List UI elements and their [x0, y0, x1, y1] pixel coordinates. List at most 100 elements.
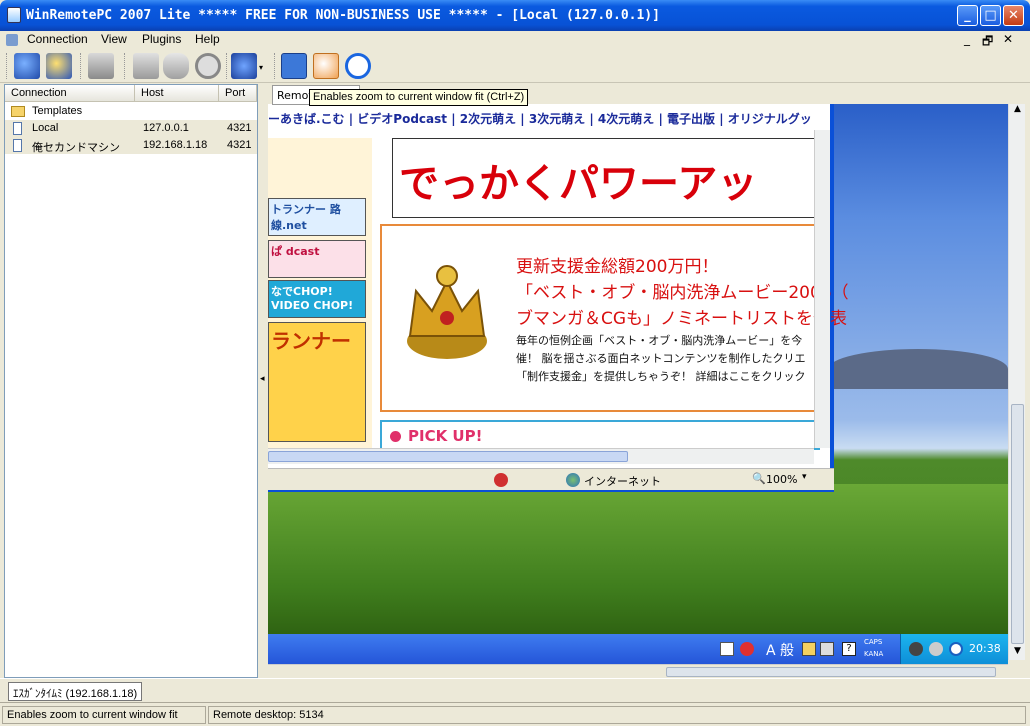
connection-list[interactable]: Connection Host Port Templates Local 127…: [4, 84, 258, 678]
remote-vertical-scrollbar[interactable]: ▲ ▼: [1008, 104, 1025, 660]
clock[interactable]: 20:38: [969, 642, 1001, 655]
scroll-down-icon[interactable]: ▼: [1011, 646, 1024, 660]
maximize-button[interactable]: □: [980, 5, 1001, 26]
tab-connection[interactable]: ｴｽｶﾞﾝﾀｲﾑﾐ (192.168.1.18): [8, 682, 143, 701]
app-icon: [7, 7, 21, 23]
ad-banner[interactable]: トランナー 路線.net: [268, 198, 366, 236]
connection-name: Local: [32, 122, 59, 134]
headline-banner[interactable]: でっかくパワーアッ: [392, 138, 822, 218]
menu-connection[interactable]: Connection: [27, 32, 88, 46]
window-title: WinRemotePC 2007 Lite ***** FREE FOR NON…: [26, 8, 660, 23]
scrollbar-thumb[interactable]: [666, 667, 996, 677]
scroll-up-icon[interactable]: ▲: [1011, 104, 1024, 118]
remote-desktop-view[interactable]: ーあきば.こむ | ビデオPodcast | 2次元萌え | 3次元萌え | 4…: [268, 104, 1008, 678]
browser-zoom[interactable]: 100%: [766, 473, 797, 486]
mouse-icon[interactable]: [313, 53, 339, 79]
mdi-icon: [6, 34, 18, 46]
menu-view[interactable]: View: [101, 32, 127, 46]
title-bar[interactable]: WinRemotePC 2007 Lite ***** FREE FOR NON…: [0, 0, 1030, 31]
list-item[interactable]: Templates: [5, 103, 257, 120]
connection-host: 192.168.1.18: [143, 139, 208, 151]
splitter-arrow-icon[interactable]: ◂: [260, 374, 265, 384]
list-item[interactable]: 俺セカンドマシン 192.168.1.18 4321: [5, 137, 257, 154]
dice-icon[interactable]: [231, 53, 257, 79]
ime-tray-icon[interactable]: [740, 642, 754, 656]
stop-icon[interactable]: [195, 53, 221, 79]
chevron-down-icon[interactable]: ▾: [802, 472, 807, 482]
news-box: 更新支援金総額200万円！ 「ベスト・オブ・脳内洗浄ムービー2006（ ブマンガ…: [380, 224, 849, 412]
ad-banner[interactable]: ぱ dcast: [268, 240, 366, 278]
connection-port: 4321: [227, 139, 252, 151]
toolbar: ▾: [0, 49, 1030, 83]
browser-horizontal-scrollbar[interactable]: [268, 448, 814, 464]
network-icon[interactable]: [929, 642, 943, 656]
news-title[interactable]: 「ベスト・オブ・脳内洗浄ムービー2006（: [516, 278, 849, 303]
status-message: Enables zoom to current window fit: [2, 706, 206, 724]
remote-horizontal-scrollbar[interactable]: [268, 664, 1008, 678]
keyboard-tray-icon[interactable]: [720, 642, 734, 656]
toolbar-separator: [274, 53, 276, 79]
connection-port: 4321: [227, 122, 252, 134]
tools-tray-icon[interactable]: [802, 642, 816, 656]
ime-mode[interactable]: A 般: [766, 640, 794, 660]
tools-tray-icon[interactable]: [820, 642, 834, 656]
news-body: 催！ 脳を揺さぶる面白ネットコンテンツを制作したクリエ: [516, 352, 806, 365]
toolbar-separator: [226, 53, 228, 79]
document-tab-bar: ｴｽｶﾞﾝﾀｲﾑﾐ (192.168.1.18): [0, 678, 1030, 702]
kana-indicator: KANA: [864, 650, 884, 658]
speaker-icon[interactable]: [909, 642, 923, 656]
news-body[interactable]: 「制作支援金」を提供しちゃうぞ！ 詳細はここをクリック: [516, 368, 806, 384]
connect-icon[interactable]: [14, 53, 40, 79]
menu-plugins[interactable]: Plugins: [142, 32, 181, 46]
pickup-box: PICK UP!: [380, 420, 820, 450]
browser-link-bar[interactable]: ーあきば.こむ | ビデオPodcast | 2次元萌え | 3次元萌え | 4…: [268, 110, 814, 130]
status-connection-info: Remote desktop: 5134: [208, 706, 1026, 724]
connection-name: 俺セカンドマシン: [32, 142, 120, 154]
dropdown-arrow-icon[interactable]: ▾: [259, 63, 263, 72]
menu-help[interactable]: Help: [195, 32, 220, 46]
browser-zone: インターネット: [584, 475, 661, 488]
mdi-close-button[interactable]: ✕: [1003, 32, 1013, 46]
news-body: 毎年の恒例企画「ベスト・オブ・脳内洗浄ムービー」を今: [516, 334, 803, 347]
folder-icon: [11, 106, 25, 117]
status-bar: Enables zoom to current window fit Remot…: [0, 702, 1030, 726]
toolbar-grip: [6, 53, 8, 79]
desktop-grass: [268, 484, 1008, 634]
splitter[interactable]: ◂: [259, 84, 268, 678]
mdi-minimize-button[interactable]: _: [964, 32, 970, 46]
remote-taskbar[interactable]: A 般 ? CAPS KANA: [268, 634, 1008, 664]
ad-column: トランナー 路線.net ぱ dcast なでCHOP! VIDEO CHOP!…: [268, 138, 372, 448]
keyboard-icon[interactable]: [163, 53, 189, 79]
stop-blue-icon[interactable]: [345, 53, 371, 79]
news-title[interactable]: 更新支援金総額200万円！: [516, 252, 718, 277]
privacy-icon[interactable]: [494, 473, 508, 487]
scrollbar-thumb[interactable]: [1011, 404, 1024, 644]
disconnect-icon[interactable]: [46, 53, 72, 79]
computer-icon: [13, 122, 22, 135]
connection-host: 127.0.0.1: [143, 122, 189, 134]
bullet-icon: [390, 431, 401, 442]
help-tray-icon[interactable]: ?: [842, 642, 856, 656]
browser-window[interactable]: ーあきば.こむ | ビデオPodcast | 2次元萌え | 3次元萌え | 4…: [268, 104, 849, 492]
column-header-connection[interactable]: Connection: [5, 85, 135, 102]
pickup-heading: PICK UP!: [408, 427, 483, 445]
update-icon[interactable]: [949, 642, 963, 656]
column-header-host[interactable]: Host: [135, 85, 219, 102]
browser-vertical-scrollbar[interactable]: [814, 130, 830, 448]
zoom-icon: 🔍: [752, 472, 766, 485]
ad-banner[interactable]: ランナー: [268, 322, 366, 442]
caps-indicator: CAPS: [864, 638, 883, 646]
close-button[interactable]: ✕: [1003, 5, 1024, 26]
minimize-button[interactable]: _: [957, 5, 978, 26]
fit-zoom-icon[interactable]: [281, 53, 307, 79]
crown-icon: [402, 256, 492, 366]
news-title[interactable]: ブマンガ＆CGも」ノミネートリストを発表: [516, 304, 847, 329]
computer-icon[interactable]: [88, 53, 114, 79]
screen-icon[interactable]: [133, 53, 159, 79]
menu-bar: Connection View Plugins Help _ 🗗 ✕: [0, 31, 1030, 49]
list-item[interactable]: Local 127.0.0.1 4321: [5, 120, 257, 137]
scrollbar-thumb[interactable]: [268, 451, 628, 462]
connection-name: Templates: [32, 105, 83, 117]
ad-banner[interactable]: なでCHOP! VIDEO CHOP!: [268, 280, 366, 318]
column-header-port[interactable]: Port: [219, 85, 257, 102]
